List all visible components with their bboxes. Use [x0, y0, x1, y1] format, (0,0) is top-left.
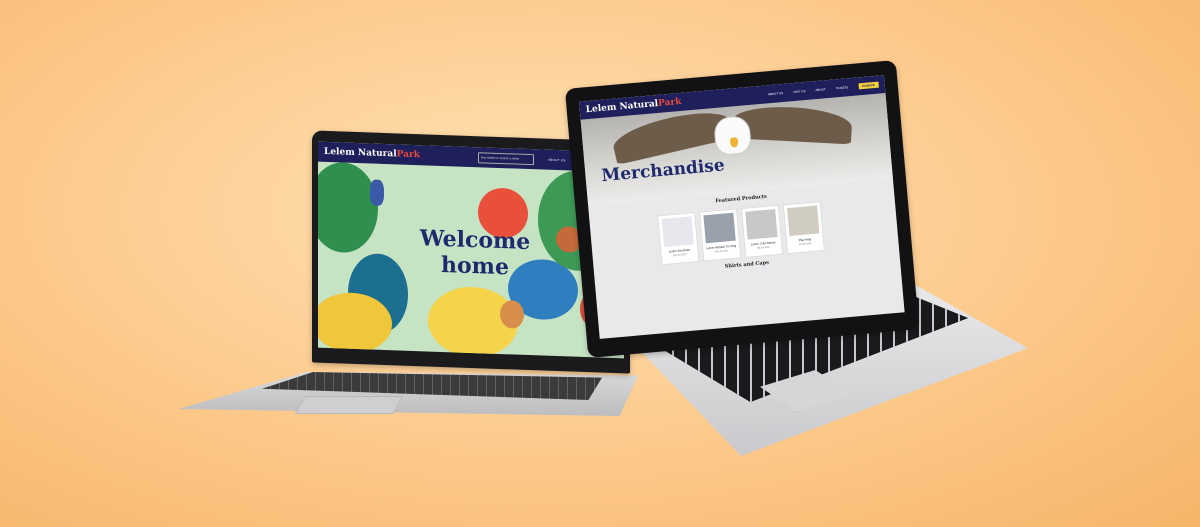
site-logo[interactable]: Lelem NaturalPark	[324, 147, 420, 160]
nav-item-about[interactable]: ABOUT	[815, 87, 826, 92]
nav-links: ABOUT US VISIT US ABOUT TICKETS DONATE	[768, 81, 879, 98]
product-grid: Lelem Keychain $10.00 USD Lelem Natural …	[657, 201, 825, 266]
product-image	[661, 216, 694, 247]
product-card[interactable]: Lelem Keychain $10.00 USD	[657, 212, 700, 266]
animal-shape	[500, 300, 524, 329]
hero-title-line1: Welcome	[419, 225, 531, 256]
left-laptop-trackpad	[294, 396, 404, 414]
right-laptop-lid: Merchandise Lelem NaturalPark ABOUT US V…	[564, 60, 920, 358]
nav-item-about-us[interactable]: ABOUT US	[768, 91, 784, 96]
product-card[interactable]: Lelem Natural Tin Mug $15.00 USD	[699, 208, 742, 262]
eagle-icon	[712, 115, 753, 157]
product-image	[745, 209, 778, 240]
product-card[interactable]: Play Mug $7.00 USD	[782, 201, 825, 255]
nav-item-tickets[interactable]: TICKETS	[836, 85, 849, 90]
product-card[interactable]: Lelem Cold Stamp $5.00 USD	[740, 204, 784, 258]
product-image	[787, 205, 820, 236]
search-input[interactable]: Buy tickets or search a ticket	[477, 151, 534, 165]
donate-button[interactable]: DONATE	[858, 81, 879, 90]
eagle-beak	[729, 137, 739, 148]
right-screen: Merchandise Lelem NaturalPark ABOUT US V…	[579, 75, 905, 339]
bird-shape	[370, 179, 384, 206]
hero-title-line2: home	[441, 251, 509, 281]
product-image	[703, 212, 736, 244]
leaf-shape	[318, 161, 378, 254]
hero-title: Welcome home	[410, 225, 540, 282]
nav-item-visit-us[interactable]: VISIT US	[793, 89, 806, 94]
nav-item-about-us[interactable]: ABOUT US	[548, 158, 566, 163]
